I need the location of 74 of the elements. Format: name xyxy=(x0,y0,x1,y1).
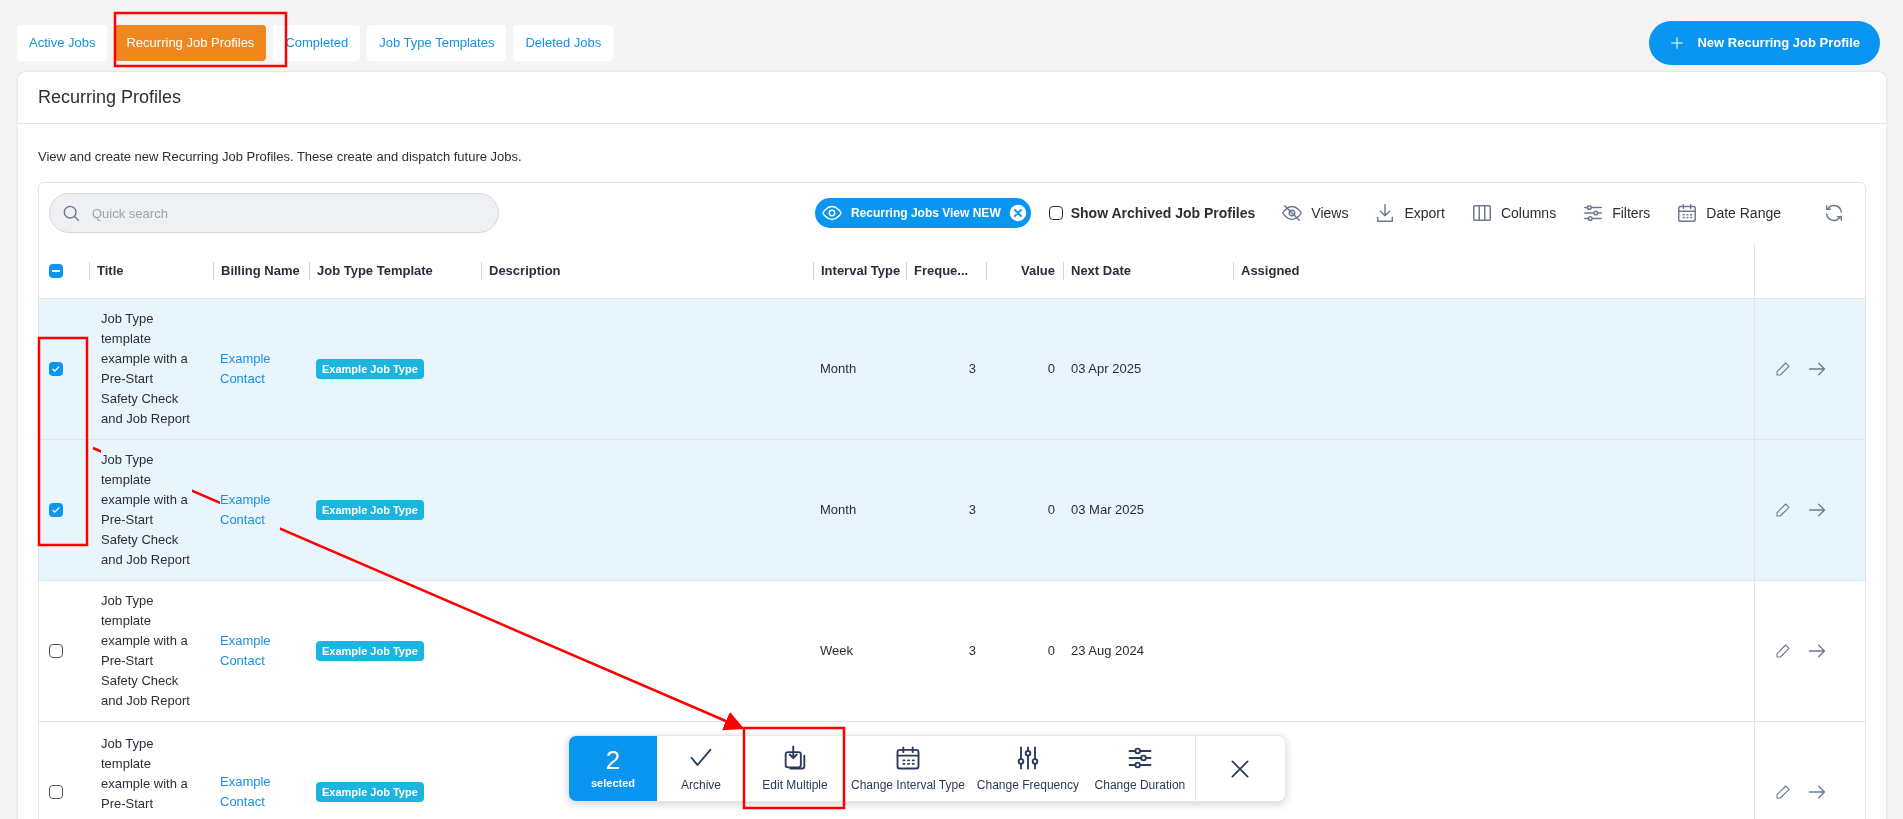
job-type-tag: Example Job Type xyxy=(316,781,424,803)
column-header: Next Date xyxy=(1071,261,1131,280)
column-header: Title xyxy=(97,261,124,280)
job-type-tag: Example Job Type xyxy=(316,499,424,521)
column-header: Description xyxy=(489,261,561,280)
plus-icon xyxy=(1669,35,1686,51)
table-row[interactable]: Job Type template example with a Pre-Start Safety Check and Job Report Example Contact Example Job Type Month 3 0 03 Apr 2025 xyxy=(39,299,1865,440)
table-cell: Month xyxy=(820,502,857,518)
bulk-action-button[interactable]: Change Frequency xyxy=(970,736,1085,801)
pencil-icon xyxy=(1775,643,1791,659)
search-icon xyxy=(61,203,81,223)
edit-button[interactable] xyxy=(1775,502,1791,518)
columns-icon xyxy=(1470,202,1493,224)
row-checkbox[interactable] xyxy=(49,503,63,517)
edit-button[interactable] xyxy=(1775,784,1791,800)
column-header: Assigned xyxy=(1241,261,1300,280)
selected-label: selected xyxy=(591,776,635,792)
edit-button[interactable] xyxy=(1775,643,1791,659)
card-title: Recurring Profiles xyxy=(38,86,182,109)
column-header: Job Type Template xyxy=(317,261,433,280)
calendar-icon xyxy=(1676,202,1699,224)
edit-button[interactable] xyxy=(1775,361,1791,377)
toolbar-button[interactable]: Filters xyxy=(1582,202,1651,224)
card-description: View and create new Recurring Job Profiles. These create and dispatch future Jobs. xyxy=(38,149,522,164)
column-header: Billing Name xyxy=(221,261,300,280)
table-cell: 0 xyxy=(1047,361,1055,377)
table-cell: 03 Apr 2025 xyxy=(1071,361,1142,377)
table-cell: 3 xyxy=(968,361,976,377)
tab[interactable]: Job Type Templates xyxy=(367,25,507,61)
filter-sliders-icon xyxy=(1582,202,1605,224)
check-icon xyxy=(51,505,61,515)
bulk-action-button[interactable]: Change Interval Type xyxy=(845,736,971,801)
eye-off-icon xyxy=(1281,202,1304,224)
refresh-button[interactable] xyxy=(1823,202,1845,224)
row-checkbox[interactable] xyxy=(49,644,63,658)
pencil-icon xyxy=(1775,361,1791,377)
row-checkbox[interactable] xyxy=(49,362,63,376)
toolbar-button[interactable]: Columns xyxy=(1470,202,1557,224)
title-text: Job Type template example with a Pre-Start Safety Check and Job Report xyxy=(101,450,192,570)
table-cell: 0 xyxy=(1047,643,1055,659)
tab[interactable]: Completed xyxy=(273,25,361,61)
toolbar-button[interactable]: Export xyxy=(1374,202,1445,224)
bulk-action-button[interactable]: Edit Multiple xyxy=(745,736,845,801)
table-row[interactable]: Job Type template example with a Pre-Start Safety Check and Job Report Example Contact Example Job Type Month 3 0 03 Mar 2025 xyxy=(39,440,1865,581)
job-type-tag: Example Job Type xyxy=(316,640,424,662)
check-icon xyxy=(51,364,61,374)
table-cell: Month xyxy=(820,361,857,377)
bulk-action-button[interactable]: Change Duration xyxy=(1084,736,1195,801)
job-type-tag: Example Job Type xyxy=(316,358,424,380)
tab[interactable]: Active Jobs xyxy=(17,25,108,61)
table-row[interactable]: Job Type template example with a Pre-Start Safety Check and Job Report Example Contact Example Job Type Week 3 0 23 Aug 2024 xyxy=(39,581,1865,722)
table-cell: 03 Mar 2025 xyxy=(1071,502,1144,518)
refresh-icon xyxy=(1823,202,1845,224)
checkbox-label[interactable]: Show Archived Job Profiles xyxy=(1070,202,1256,224)
column-header: Interval Type xyxy=(821,261,901,280)
row-checkbox[interactable] xyxy=(49,785,63,799)
table-cell: 0 xyxy=(1047,502,1055,518)
bulk-action-button[interactable]: Archive xyxy=(657,736,745,801)
toolbar-button[interactable]: Views xyxy=(1281,202,1349,224)
column-header: Value xyxy=(1021,261,1055,280)
checkbox[interactable] xyxy=(1048,206,1063,220)
table-cell: 23 Aug 2024 xyxy=(1071,643,1145,659)
pencil-icon xyxy=(1775,502,1791,518)
table-cell: Week xyxy=(820,643,853,659)
selected-count: 2 xyxy=(605,745,621,776)
close-icon[interactable] xyxy=(1008,204,1027,222)
select-all-checkbox[interactable] xyxy=(49,263,63,278)
toolbar-button[interactable]: Date Range xyxy=(1676,202,1781,224)
search-field[interactable]: Quick search xyxy=(49,193,499,233)
table-cell: 3 xyxy=(968,502,976,518)
pencil-icon xyxy=(1775,784,1791,800)
column-header: Freque... xyxy=(914,261,969,280)
tab[interactable]: Deleted Jobs xyxy=(513,25,614,61)
table-cell: 3 xyxy=(968,643,976,659)
